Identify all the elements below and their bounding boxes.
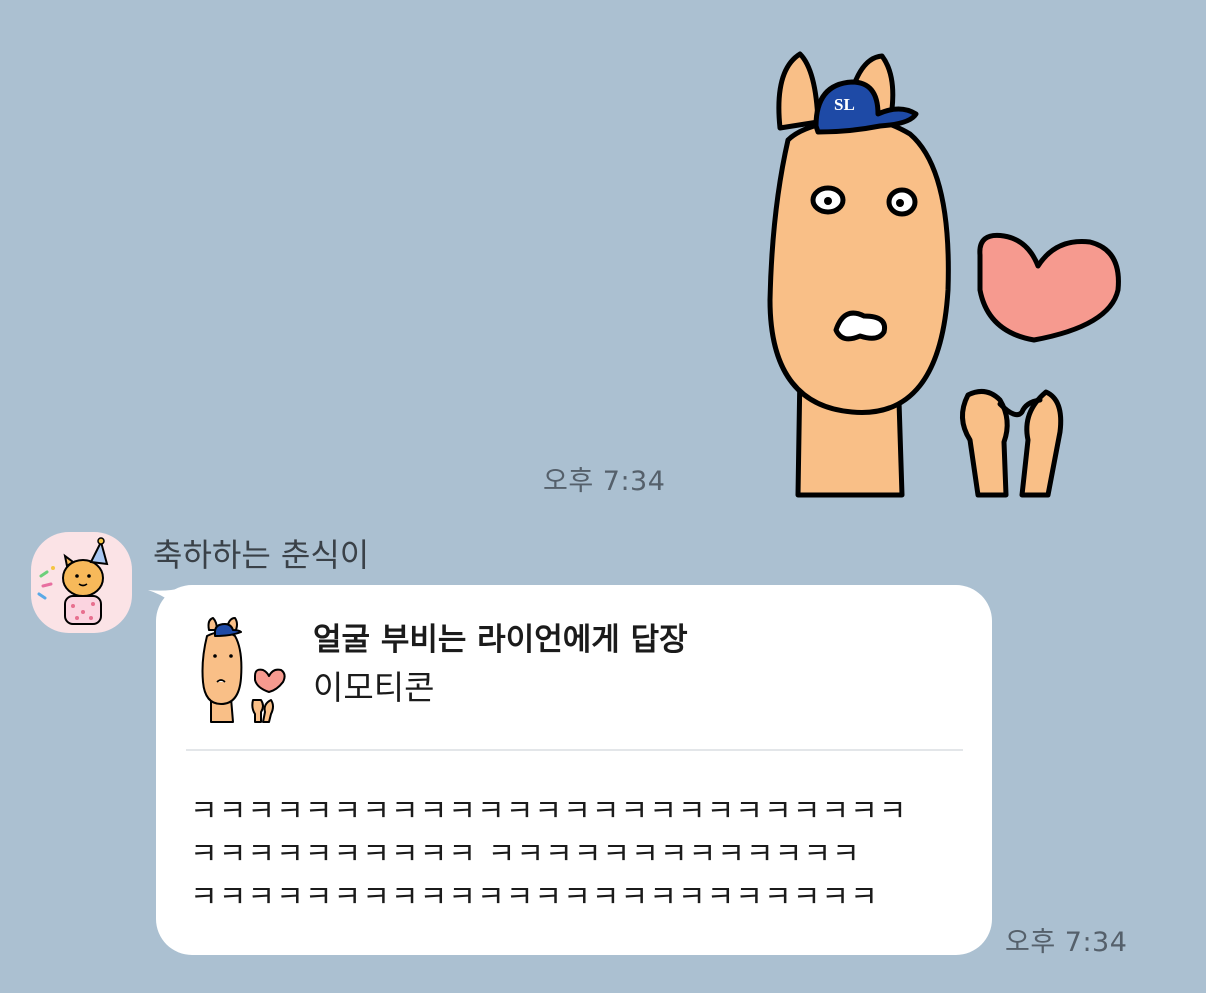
- reply-subtitle: 이모티콘: [313, 668, 435, 707]
- horse-sticker-icon: SL: [767, 51, 1121, 498]
- received-timestamp: 오후 7:34: [1005, 927, 1128, 958]
- sent-sticker[interactable]: SL: [760, 40, 1140, 500]
- chunsik-avatar-icon: [37, 537, 109, 625]
- message-text-line: ㅋㅋㅋㅋㅋㅋㅋㅋㅋㅋㅋㅋㅋㅋㅋㅋㅋㅋㅋㅋㅋㅋㅋㅋ: [190, 880, 879, 915]
- message-text-line: ㅋㅋㅋㅋㅋㅋㅋㅋㅋㅋㅋㅋㅋㅋㅋㅋㅋㅋㅋㅋㅋㅋㅋㅋㅋ: [190, 794, 908, 829]
- sender-avatar[interactable]: [31, 532, 132, 633]
- sender-name: 축하하는 춘식이: [153, 536, 370, 574]
- message-text-line: ㅋㅋㅋㅋㅋㅋㅋㅋㅋㅋ ㅋㅋㅋㅋㅋㅋㅋㅋㅋㅋㅋㅋㅋ: [190, 837, 861, 872]
- sent-timestamp: 오후 7:34: [543, 466, 666, 497]
- reply-thumbnail[interactable]: [197, 616, 293, 724]
- horse-thumbnail-icon: [201, 617, 286, 723]
- reply-title: 얼굴 부비는 라이언에게 답장: [313, 622, 688, 658]
- reply-divider: [186, 749, 963, 751]
- cap-logo-text: SL: [834, 95, 855, 114]
